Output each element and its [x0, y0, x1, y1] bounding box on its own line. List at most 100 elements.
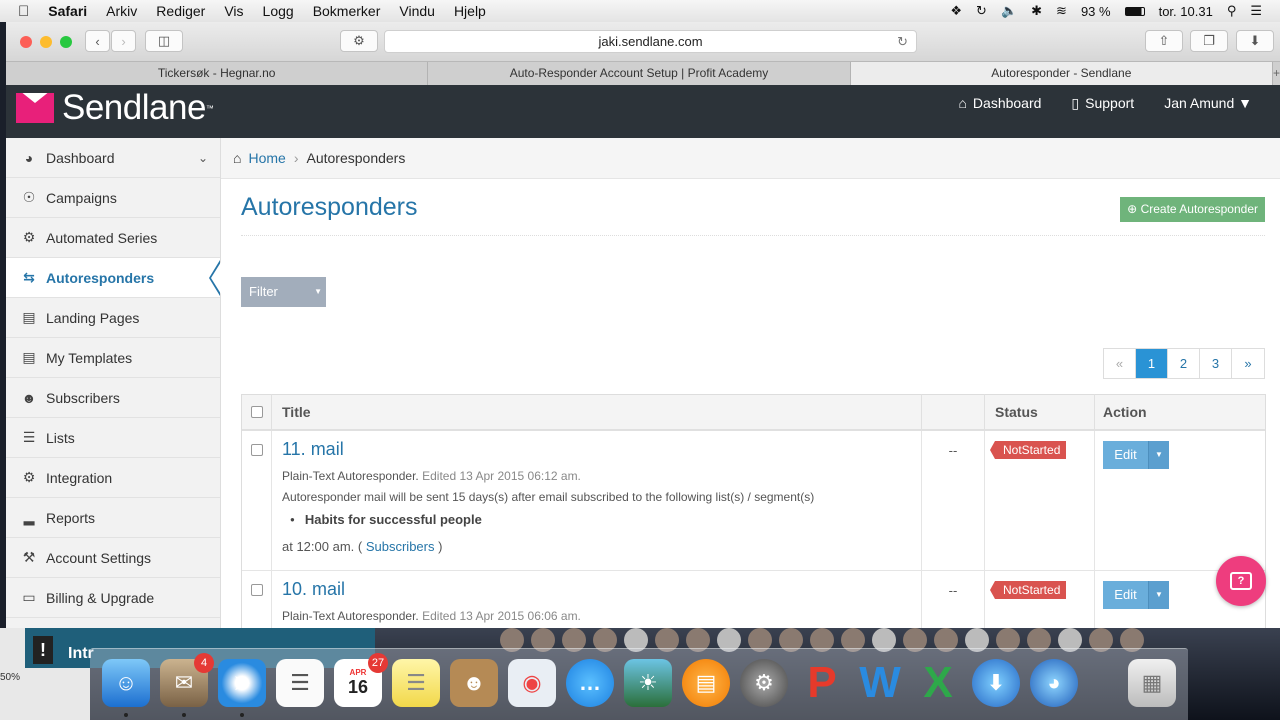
extensions-button[interactable]: ⚙ [340, 30, 378, 52]
sidebar-item-account-settings[interactable]: ⚒ Account Settings [6, 538, 220, 578]
sidebar-item-subscribers[interactable]: ☻ Subscribers [6, 378, 220, 418]
notes-icon[interactable]: ☰ [392, 659, 440, 707]
clock[interactable]: tor. 10.31 [1159, 4, 1213, 19]
tab-sendlane[interactable]: Autoresponder - Sendlane [850, 62, 1273, 85]
menu-app-name[interactable]: Safari [48, 3, 87, 19]
header-support-link[interactable]: ▯ Support [1071, 95, 1134, 112]
word-icon[interactable]: W [856, 658, 904, 707]
dropbox-icon[interactable]: ❖ [950, 3, 962, 19]
autoresponder-title-link[interactable]: 10. mail [282, 579, 921, 600]
zoom-window-button[interactable] [60, 36, 72, 48]
sidebar-item-billing[interactable]: ▭ Billing & Upgrade [6, 578, 220, 618]
tabs-overview-button[interactable]: ❐ [1190, 30, 1228, 52]
menu-item-vis[interactable]: Vis [224, 3, 243, 19]
edit-button[interactable]: Edit [1103, 581, 1148, 609]
sidebar-item-lists[interactable]: ☰ Lists [6, 418, 220, 458]
network-globe-icon[interactable]: ◕ [1030, 659, 1078, 707]
pagination-page-2[interactable]: 2 [1168, 349, 1200, 378]
downloads-globe-icon[interactable]: ⬇ [972, 659, 1020, 707]
header-dashboard-link[interactable]: ⌂ Dashboard [958, 95, 1041, 112]
pagination-next[interactable]: » [1232, 349, 1264, 378]
menu-item-arkiv[interactable]: Arkiv [106, 3, 137, 19]
autoresponder-title-link[interactable]: 11. mail [282, 439, 921, 460]
photo-booth-icon[interactable]: ◉ [508, 659, 556, 707]
puzzle-icon: ⚙ [353, 33, 365, 48]
menu-item-bokmerker[interactable]: Bokmerker [313, 3, 381, 19]
sidebar-item-my-templates[interactable]: ▤ My Templates [6, 338, 220, 378]
ibooks-icon[interactable]: ▤ [682, 659, 730, 707]
user-menu[interactable]: Jan Amund ▼ [1164, 95, 1252, 112]
calendar-icon[interactable]: APR 16 27 [334, 653, 388, 707]
close-window-button[interactable] [20, 36, 32, 48]
page-title: Autoresponders [241, 193, 418, 221]
time-machine-icon[interactable]: ↻ [976, 3, 987, 19]
sidebar-item-autoresponders[interactable]: ⇆ Autoresponders [6, 258, 221, 298]
retweet-icon: ⇆ [23, 269, 35, 285]
pagination-page-3[interactable]: 3 [1200, 349, 1232, 378]
select-all-checkbox[interactable] [250, 406, 263, 418]
calendar-badge: 27 [368, 653, 388, 673]
messages-icon[interactable]: … [566, 659, 614, 707]
sidebar-item-integration[interactable]: ⚙ Integration [6, 458, 220, 498]
tab-profit-academy[interactable]: Auto-Responder Account Setup | Profit Ac… [428, 62, 851, 85]
pagination-prev[interactable]: « [1104, 349, 1136, 378]
filter-dropdown[interactable]: Filter ▼ [241, 277, 326, 307]
table-row: 11. mail Plain-Text Autoresponder. Edite… [242, 431, 1265, 571]
iphoto-icon[interactable]: ☀ [624, 659, 672, 707]
new-tab-button[interactable]: + [1273, 62, 1280, 85]
address-bar[interactable]: jaki.sendlane.com ↻ [384, 30, 917, 53]
mail-icon[interactable]: ✉ 4 [160, 653, 214, 717]
row-dash: -- [922, 571, 985, 628]
row-checkbox[interactable] [250, 584, 263, 596]
pagination: « 1 2 3 » [1103, 348, 1265, 379]
excel-icon[interactable]: X [914, 658, 962, 707]
battery-percent[interactable]: 93 % [1081, 4, 1111, 19]
action-dropdown-toggle[interactable]: ▼ [1148, 441, 1169, 469]
safari-icon[interactable]: ➤ [218, 659, 266, 717]
wifi-icon[interactable]: ≋ [1056, 3, 1067, 19]
forward-button[interactable]: › [111, 30, 136, 52]
sidebar-toggle-button[interactable]: ◫ [145, 30, 183, 52]
tab-hegnar[interactable]: Tickersøk - Hegnar.no [6, 62, 429, 85]
sidebar-item-campaigns[interactable]: ☉ Campaigns [6, 178, 220, 218]
action-dropdown-toggle[interactable]: ▼ [1148, 581, 1169, 609]
pagination-page-1[interactable]: 1 [1136, 349, 1168, 378]
sidebar-item-dashboard[interactable]: ◕ Dashboard ⌄ [6, 138, 220, 178]
reload-icon[interactable]: ↻ [897, 31, 908, 52]
volume-icon[interactable]: 🔈 [1001, 3, 1017, 19]
chevron-left-icon: ‹ [95, 33, 100, 49]
menu-item-hjelp[interactable]: Hjelp [454, 3, 486, 19]
finder-icon[interactable]: ☺ [102, 659, 150, 717]
sidebar-icon: ◫ [157, 33, 171, 48]
downloads-button[interactable]: ⬇ [1236, 30, 1274, 52]
sidebar-item-reports[interactable]: ▂ Reports [6, 498, 220, 538]
share-button[interactable]: ⇧ [1145, 30, 1183, 52]
edit-button[interactable]: Edit [1103, 441, 1148, 469]
sidebar-item-automated-series[interactable]: ⚙ Automated Series [6, 218, 220, 258]
menu-item-vindu[interactable]: Vindu [399, 3, 435, 19]
subscribers-link[interactable]: Subscribers [366, 539, 435, 554]
help-chat-button[interactable]: ? [1216, 556, 1266, 606]
system-preferences-icon[interactable]: ⚙ [740, 659, 788, 707]
breadcrumb-home-link[interactable]: Home [248, 150, 285, 166]
reminders-icon[interactable]: ☰ [276, 659, 324, 707]
apple-icon[interactable]:  [18, 3, 29, 20]
spotlight-icon[interactable]: ⚲ [1227, 3, 1237, 19]
header-title[interactable]: Title [272, 394, 922, 430]
contacts-icon[interactable]: ☻ [450, 659, 498, 707]
logo-text: Sendlane [62, 88, 206, 127]
sendlane-logo[interactable]: Sendlane ™ [16, 88, 214, 128]
minimize-window-button[interactable] [40, 36, 52, 48]
menu-item-rediger[interactable]: Rediger [156, 3, 205, 19]
row-checkbox[interactable] [250, 444, 263, 456]
notification-center-icon[interactable]: ☰ [1250, 3, 1262, 19]
create-autoresponder-button[interactable]: ⊕ Create Autoresponder [1120, 197, 1265, 222]
trash-icon[interactable]: ▦ [1128, 659, 1176, 707]
back-button[interactable]: ‹ [85, 30, 110, 52]
menu-item-logg[interactable]: Logg [263, 3, 294, 19]
powerpoint-icon[interactable]: P [798, 658, 846, 707]
share-icon: ⇧ [1158, 33, 1170, 48]
bluetooth-icon[interactable]: ✱ [1031, 3, 1042, 19]
sidebar-item-landing-pages[interactable]: ▤ Landing Pages [6, 298, 220, 338]
header-status[interactable]: Status [985, 394, 1095, 430]
